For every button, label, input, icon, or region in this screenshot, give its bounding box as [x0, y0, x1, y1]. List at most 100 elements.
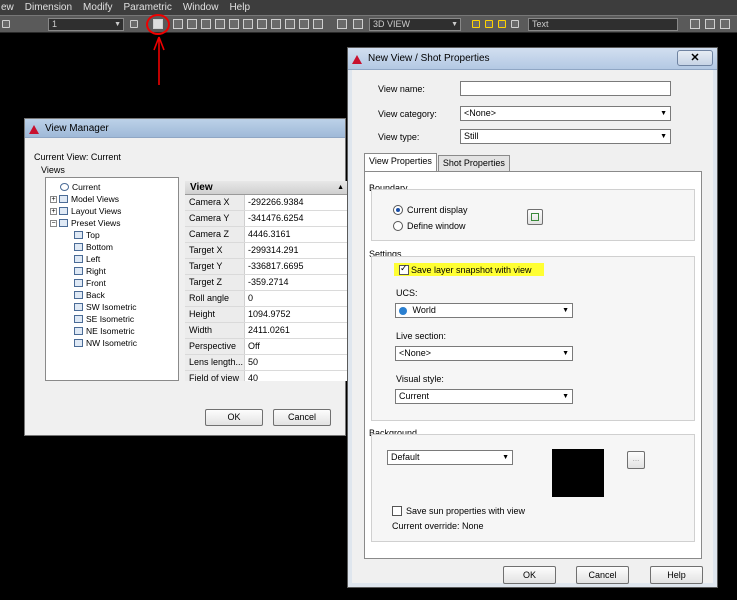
tab-view-properties[interactable]: View Properties: [364, 153, 437, 171]
view-right-icon[interactable]: [215, 19, 225, 29]
lightbulb-icon[interactable]: [472, 20, 480, 28]
tab-bar: View Properties Shot Properties: [364, 153, 511, 171]
menu-help[interactable]: Help: [229, 2, 261, 13]
visual-style-select[interactable]: Current ▼: [395, 389, 573, 404]
view-manager-icon[interactable]: [337, 19, 347, 29]
help-button[interactable]: Help: [650, 566, 703, 584]
table-row[interactable]: Field of view 40: [185, 371, 347, 381]
color-swatch-icon[interactable]: [511, 20, 519, 28]
table-row[interactable]: Width 2411.0261: [185, 323, 347, 339]
table-row[interactable]: Target X -299314.291: [185, 243, 347, 259]
cube-icon: [74, 243, 83, 251]
text-combo[interactable]: Text: [528, 18, 678, 31]
background-select[interactable]: Default ▼: [387, 450, 513, 465]
live-section-select[interactable]: <None> ▼: [395, 346, 573, 361]
save-layer-snapshot-checkbox[interactable]: ✓: [399, 263, 409, 275]
vm-ok-button[interactable]: OK: [205, 409, 263, 426]
view-category-label: View category:: [378, 109, 437, 119]
tree-item-top[interactable]: Top: [74, 230, 100, 240]
tree-item-sw-isometric[interactable]: SW Isometric: [74, 302, 137, 312]
vm-cancel-button[interactable]: Cancel: [273, 409, 331, 426]
table-row[interactable]: Target Z -359.2714: [185, 275, 347, 291]
lock-icon[interactable]: [498, 20, 506, 28]
views-tree[interactable]: Current + Model Views + Layout Views − P…: [45, 177, 179, 381]
view-top-icon[interactable]: [173, 19, 183, 29]
tree-item-se-isometric[interactable]: SE Isometric: [74, 314, 134, 324]
table-row[interactable]: Lens length... 50: [185, 355, 347, 371]
chevron-down-icon: ▼: [502, 454, 509, 461]
properties-icon[interactable]: [690, 19, 700, 29]
define-window-radio[interactable]: [393, 221, 403, 231]
view-ne-iso-icon[interactable]: [285, 19, 295, 29]
layer-properties-icon[interactable]: [705, 19, 715, 29]
expand-icon[interactable]: +: [50, 195, 57, 203]
menu-window[interactable]: Window: [183, 2, 230, 13]
view-combo[interactable]: 3D VIEW ▼: [369, 18, 461, 31]
camera-icon[interactable]: [313, 19, 323, 29]
table-row[interactable]: Camera Y -341476.6254: [185, 211, 347, 227]
expand-icon[interactable]: +: [50, 207, 57, 215]
view-bottom-icon[interactable]: [187, 19, 197, 29]
close-button[interactable]: ✕: [677, 50, 713, 66]
cube-icon: [74, 231, 83, 239]
current-display-label: Current display: [407, 205, 468, 215]
tree-item-preset-views[interactable]: − Preset Views: [50, 218, 120, 228]
save-view-icon[interactable]: [353, 19, 363, 29]
table-row[interactable]: Camera Z 4446.3161: [185, 227, 347, 243]
tab-shot-properties[interactable]: Shot Properties: [437, 155, 510, 171]
cancel-button[interactable]: Cancel: [576, 566, 629, 584]
cube-icon: [74, 339, 83, 347]
layer-manager-icon[interactable]: [720, 19, 730, 29]
layer-combo[interactable]: 1 ▼: [48, 18, 124, 31]
view-name-input[interactable]: [460, 81, 671, 96]
menu-parametric[interactable]: Parametric: [124, 2, 183, 13]
new-view-titlebar: New View / Shot Properties ✕: [348, 48, 717, 70]
define-window-button[interactable]: [527, 209, 543, 225]
layer-state-icon[interactable]: [2, 20, 10, 28]
view-front-icon[interactable]: [229, 19, 239, 29]
table-row[interactable]: Target Y -336817.6695: [185, 259, 347, 275]
sun-icon[interactable]: [485, 20, 493, 28]
tree-item-layout-views[interactable]: + Layout Views: [50, 206, 121, 216]
current-display-radio[interactable]: [393, 205, 403, 215]
view-left-icon[interactable]: [201, 19, 211, 29]
view-se-iso-icon[interactable]: [271, 19, 281, 29]
save-sun-properties-checkbox[interactable]: [392, 506, 402, 516]
menu-view[interactable]: ew: [0, 2, 25, 13]
chevron-down-icon: ▼: [660, 110, 667, 117]
tree-item-ne-isometric[interactable]: NE Isometric: [74, 326, 135, 336]
collapse-icon[interactable]: −: [50, 219, 57, 227]
table-row[interactable]: Roll angle 0: [185, 291, 347, 307]
table-row[interactable]: Height 1094.9752: [185, 307, 347, 323]
boundary-group: Current display Define window: [371, 189, 695, 241]
view-nw-iso-icon[interactable]: [299, 19, 309, 29]
view-sw-iso-icon[interactable]: [257, 19, 267, 29]
tree-item-bottom[interactable]: Bottom: [74, 242, 113, 252]
view-properties-header: View ▲: [185, 181, 347, 195]
tree-item-right[interactable]: Right: [74, 266, 106, 276]
ok-button[interactable]: OK: [503, 566, 556, 584]
table-row[interactable]: Camera X -292266.9384: [185, 195, 347, 211]
current-override-label: Current override: None: [392, 521, 484, 531]
ucs-select[interactable]: World ▼: [395, 303, 573, 318]
menu-dimension[interactable]: Dimension: [25, 2, 83, 13]
pencil-icon[interactable]: [130, 20, 138, 28]
tree-item-front[interactable]: Front: [74, 278, 106, 288]
chevron-down-icon: ▼: [660, 133, 667, 140]
menu-modify[interactable]: Modify: [83, 2, 123, 13]
background-more-button[interactable]: ...: [627, 451, 645, 469]
views-label: Views: [41, 165, 65, 175]
view-type-select[interactable]: Still ▼: [460, 129, 671, 144]
save-layer-snapshot-label: Save layer snapshot with view: [411, 265, 532, 275]
tree-item-left[interactable]: Left: [74, 254, 100, 264]
collapse-arrow-icon[interactable]: ▲: [337, 181, 344, 195]
view-back-icon[interactable]: [243, 19, 253, 29]
view-name-label: View name:: [378, 84, 425, 94]
settings-group: ✓ Save layer snapshot with view UCS: Wor…: [371, 256, 695, 421]
tree-item-current[interactable]: Current: [60, 182, 100, 192]
tree-item-model-views[interactable]: + Model Views: [50, 194, 119, 204]
tree-item-back[interactable]: Back: [74, 290, 105, 300]
tree-item-nw-isometric[interactable]: NW Isometric: [74, 338, 137, 348]
table-row[interactable]: Perspective Off: [185, 339, 347, 355]
view-category-select[interactable]: <None> ▼: [460, 106, 671, 121]
